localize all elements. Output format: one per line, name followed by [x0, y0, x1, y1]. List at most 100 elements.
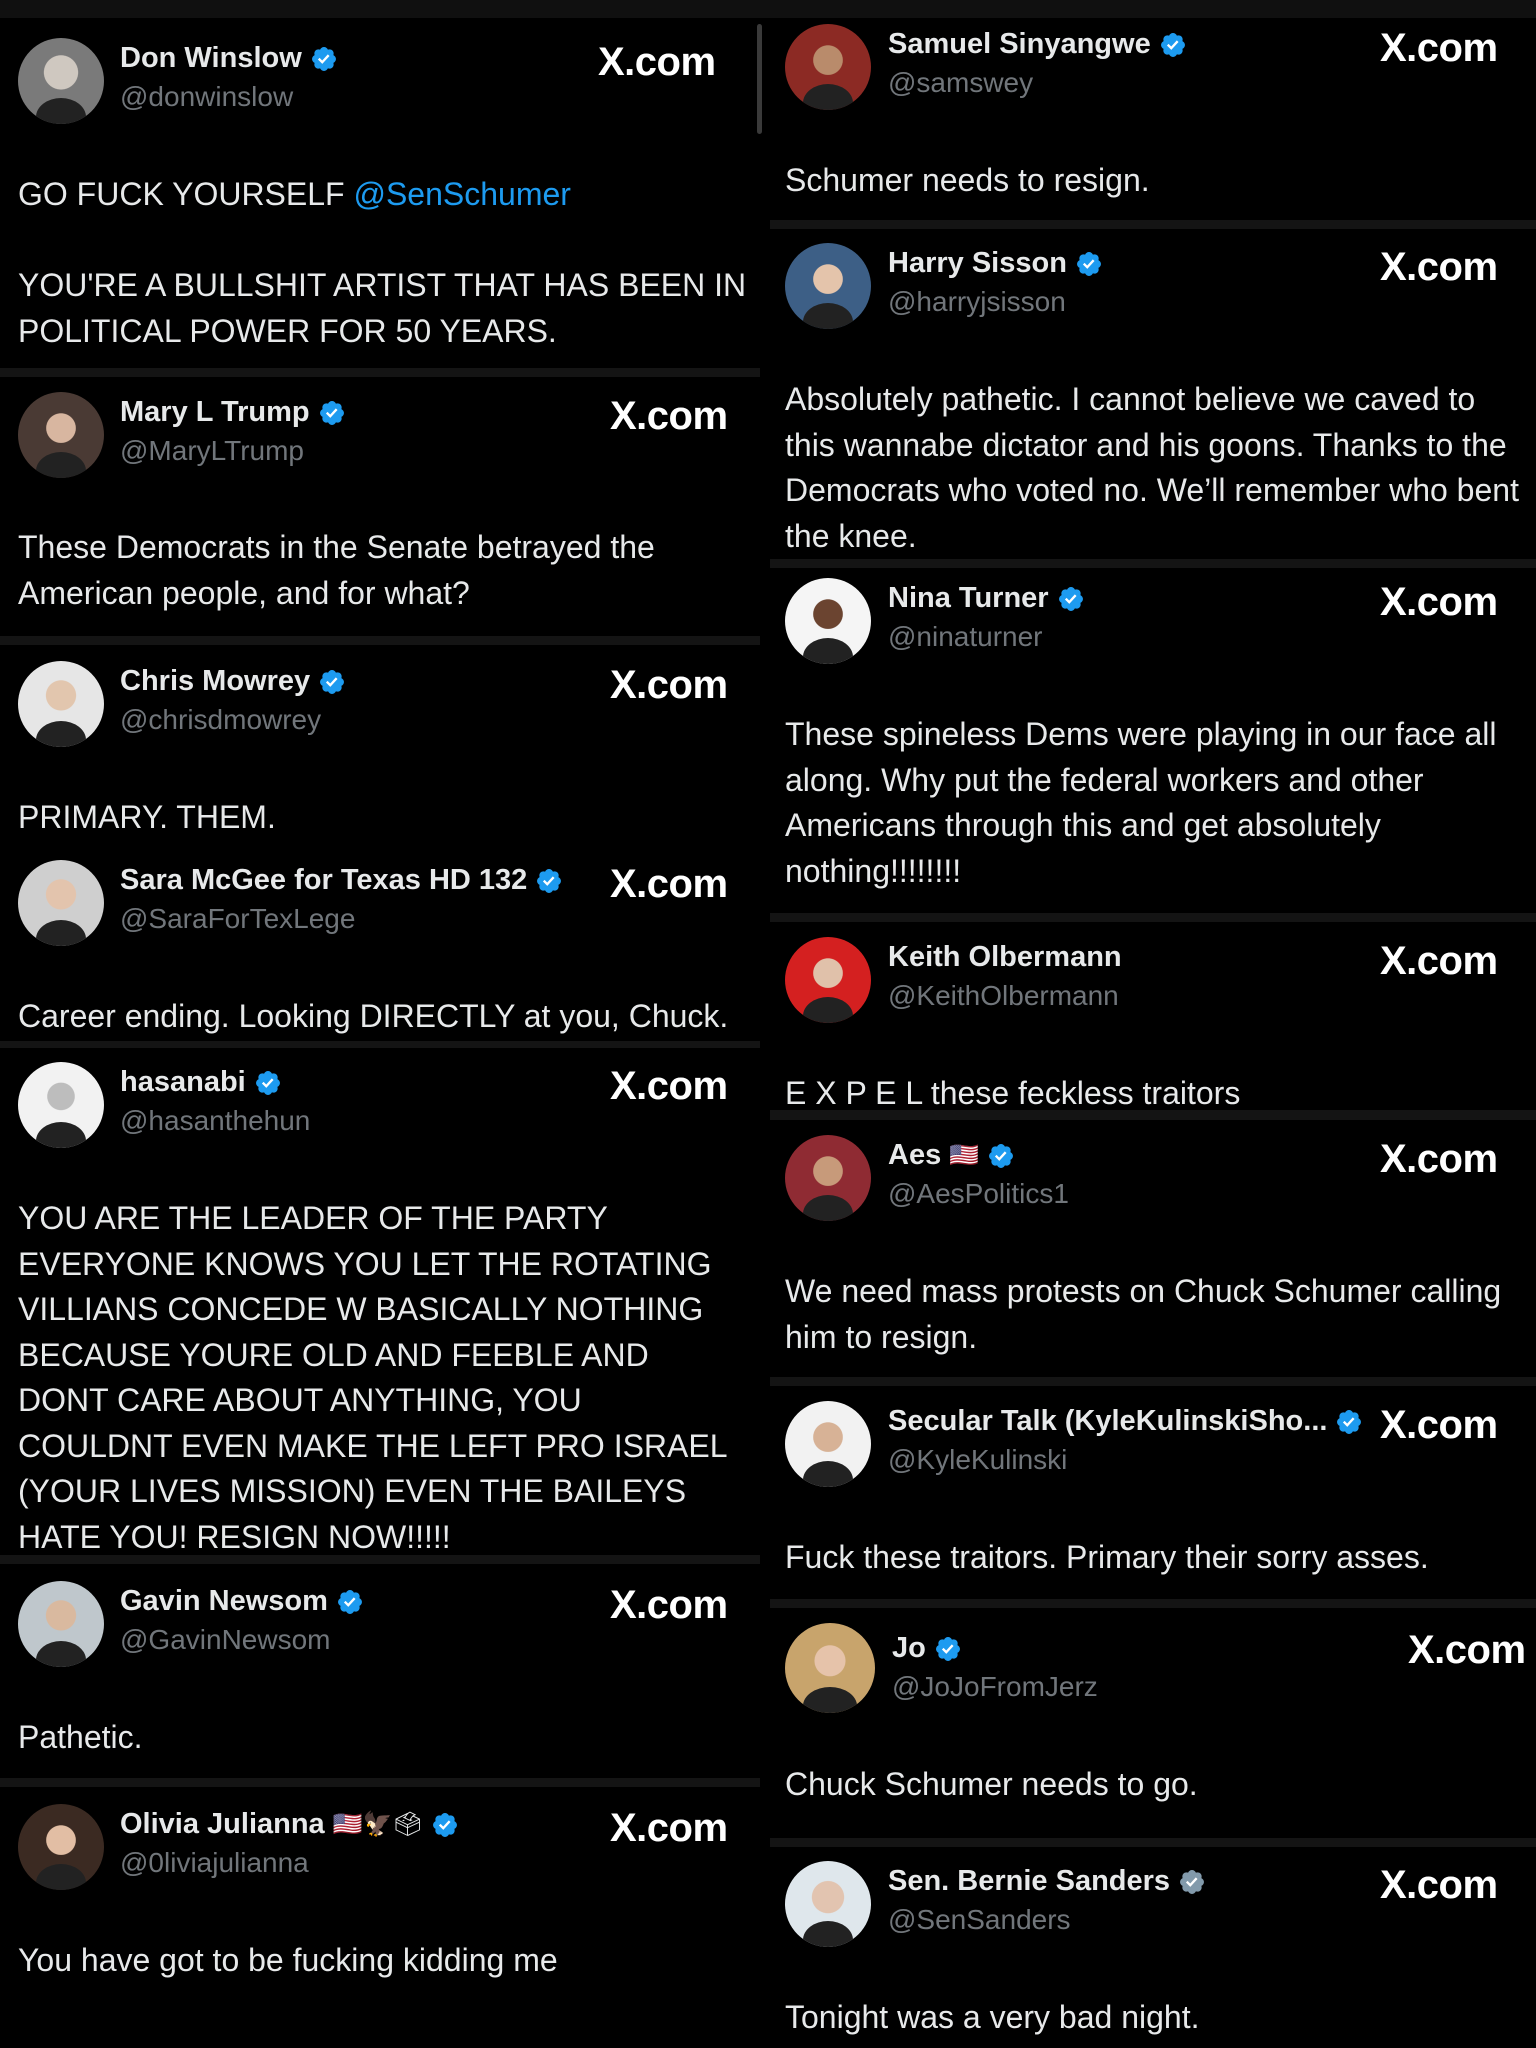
- author-name[interactable]: Secular Talk (KyleKulinskiSho...: [888, 1405, 1327, 1438]
- site-label: X.com: [1380, 1403, 1498, 1447]
- avatar[interactable]: [18, 1581, 104, 1667]
- author-handle[interactable]: @SaraForTexLege: [120, 903, 355, 935]
- tweet-card[interactable]: Olivia Julianna 🇺🇸🦅🗳 @0liviajulianna X.c…: [0, 1787, 760, 2048]
- site-label: X.com: [1380, 939, 1498, 983]
- author-handle[interactable]: @samswey: [888, 67, 1033, 99]
- verified-badge-icon: [1058, 586, 1083, 611]
- tweet-text: These Democrats in the Senate betrayed t…: [18, 529, 662, 611]
- verified-badge-icon: [1337, 1409, 1362, 1434]
- tweet-card[interactable]: Sen. Bernie Sanders @SenSanders X.com To…: [770, 1847, 1536, 2048]
- divider: [770, 220, 1536, 229]
- tweet-card[interactable]: Samuel Sinyangwe @samswey X.com Schumer …: [770, 10, 1536, 220]
- avatar[interactable]: [18, 38, 104, 124]
- author-handle[interactable]: @SenSanders: [888, 1904, 1071, 1936]
- verified-badge-icon: [1076, 251, 1101, 276]
- divider: [770, 559, 1536, 568]
- author-handle[interactable]: @hasanthehun: [120, 1105, 310, 1137]
- divider: [770, 1110, 1536, 1120]
- tweet-card[interactable]: Jo @JoJoFromJerz X.com Chuck Schumer nee…: [770, 1608, 1536, 1838]
- site-label: X.com: [1380, 1137, 1498, 1181]
- author-name[interactable]: Nina Turner: [888, 582, 1049, 615]
- tweet-text: Chuck Schumer needs to go.: [785, 1766, 1198, 1802]
- author-name[interactable]: Aes: [888, 1139, 941, 1172]
- author-handle[interactable]: @MaryLTrump: [120, 435, 304, 467]
- avatar[interactable]: [785, 243, 871, 329]
- divider: [0, 1041, 760, 1048]
- tweet-text: PRIMARY. THEM.: [18, 799, 276, 835]
- tweet-card[interactable]: Sara McGee for Texas HD 132 @SaraForTexL…: [0, 844, 760, 1044]
- author-handle[interactable]: @KeithOlbermann: [888, 980, 1119, 1012]
- author-handle[interactable]: @JoJoFromJerz: [892, 1671, 1098, 1703]
- tweet-card[interactable]: Nina Turner @ninaturner X.com These spin…: [770, 568, 1536, 913]
- flag-emoji-icon: 🇺🇸: [949, 1142, 980, 1169]
- author-handle[interactable]: @GavinNewsom: [120, 1624, 330, 1656]
- author-name[interactable]: hasanabi: [120, 1066, 246, 1099]
- tweet-card[interactable]: Aes 🇺🇸 @AesPolitics1 X.com We need mass …: [770, 1120, 1536, 1377]
- avatar[interactable]: [785, 1861, 871, 1947]
- site-label: X.com: [1380, 245, 1498, 289]
- author-name[interactable]: Sara McGee for Texas HD 132: [120, 864, 527, 897]
- tweet-text: These spineless Dems were playing in our…: [785, 716, 1506, 889]
- tweet-card[interactable]: Harry Sisson @harryjsisson X.com Absolut…: [770, 229, 1536, 559]
- avatar[interactable]: [18, 661, 104, 747]
- tweet-card[interactable]: Keith Olbermann @KeithOlbermann X.com E …: [770, 922, 1536, 1112]
- verified-badge-icon: [311, 46, 336, 71]
- avatar[interactable]: [18, 1804, 104, 1890]
- author-name[interactable]: Samuel Sinyangwe: [888, 28, 1151, 61]
- avatar[interactable]: [785, 1135, 871, 1221]
- verified-badge-icon: [337, 1589, 362, 1614]
- tweet-text: Absolutely pathetic. I cannot believe we…: [785, 381, 1528, 554]
- author-name[interactable]: Jo: [892, 1632, 926, 1665]
- tweet-text: You have got to be fucking kidding me: [18, 1942, 558, 1978]
- site-label: X.com: [610, 1583, 728, 1627]
- site-label: X.com: [610, 663, 728, 707]
- gray-verified-badge-icon: [1180, 1869, 1205, 1894]
- author-name[interactable]: Olivia Julianna: [120, 1808, 325, 1841]
- tweet-card[interactable]: Secular Talk (KyleKulinskiSho... @KyleKu…: [770, 1386, 1536, 1599]
- author-handle[interactable]: @0liviajulianna: [120, 1847, 309, 1879]
- verified-badge-icon: [320, 669, 345, 694]
- site-label: X.com: [1380, 580, 1498, 624]
- avatar[interactable]: [785, 1623, 875, 1713]
- avatar[interactable]: [18, 392, 104, 478]
- author-name[interactable]: Don Winslow: [120, 42, 302, 75]
- author-handle[interactable]: @harryjsisson: [888, 286, 1066, 318]
- site-label: X.com: [598, 40, 716, 84]
- tweet-text: GO FUCK YOURSELF @SenSchumer YOU'RE A BU…: [18, 176, 747, 349]
- site-label: X.com: [1380, 26, 1498, 70]
- tweet-card[interactable]: Gavin Newsom @GavinNewsom X.com Pathetic…: [0, 1564, 760, 1779]
- author-name[interactable]: Sen. Bernie Sanders: [888, 1865, 1170, 1898]
- tweet-card[interactable]: Chris Mowrey @chrisdmowrey X.com PRIMARY…: [0, 645, 760, 845]
- author-handle[interactable]: @KyleKulinski: [888, 1444, 1067, 1476]
- divider: [770, 913, 1536, 922]
- tweet-card[interactable]: hasanabi @hasanthehun X.com YOU ARE THE …: [0, 1048, 760, 1558]
- avatar[interactable]: [785, 937, 871, 1023]
- avatar[interactable]: [785, 1401, 871, 1487]
- avatar[interactable]: [785, 24, 871, 110]
- verified-badge-icon: [432, 1812, 457, 1837]
- tweet-text: YOU ARE THE LEADER OF THE PARTY EVERYONE…: [18, 1200, 736, 1555]
- scroll-divider: [757, 24, 762, 134]
- avatar[interactable]: [18, 1062, 104, 1148]
- left-column: Don Winslow @donwinslow X.com GO FUCK YO…: [0, 0, 762, 2048]
- avatar[interactable]: [18, 860, 104, 946]
- author-handle[interactable]: @chrisdmowrey: [120, 704, 321, 736]
- tweet-text: Tonight was a very bad night.: [785, 1999, 1200, 2035]
- tweet-card[interactable]: Mary L Trump @MaryLTrump X.com These Dem…: [0, 377, 760, 635]
- author-handle[interactable]: @donwinslow: [120, 81, 293, 113]
- verified-badge-icon: [1160, 32, 1185, 57]
- author-name[interactable]: Harry Sisson: [888, 247, 1067, 280]
- tweet-card[interactable]: Don Winslow @donwinslow X.com GO FUCK YO…: [0, 22, 760, 372]
- author-name[interactable]: Mary L Trump: [120, 396, 310, 429]
- author-handle[interactable]: @ninaturner: [888, 621, 1043, 653]
- author-handle[interactable]: @AesPolitics1: [888, 1178, 1069, 1210]
- tweet-text: Career ending. Looking DIRECTLY at you, …: [18, 998, 729, 1034]
- author-name[interactable]: Keith Olbermann: [888, 941, 1122, 974]
- verified-badge-icon: [319, 400, 344, 425]
- tweet-text: Pathetic.: [18, 1719, 143, 1755]
- avatar[interactable]: [785, 578, 871, 664]
- mention-link[interactable]: @SenSchumer: [353, 176, 570, 212]
- author-name[interactable]: Chris Mowrey: [120, 665, 310, 698]
- author-name[interactable]: Gavin Newsom: [120, 1585, 328, 1618]
- divider: [0, 1555, 760, 1564]
